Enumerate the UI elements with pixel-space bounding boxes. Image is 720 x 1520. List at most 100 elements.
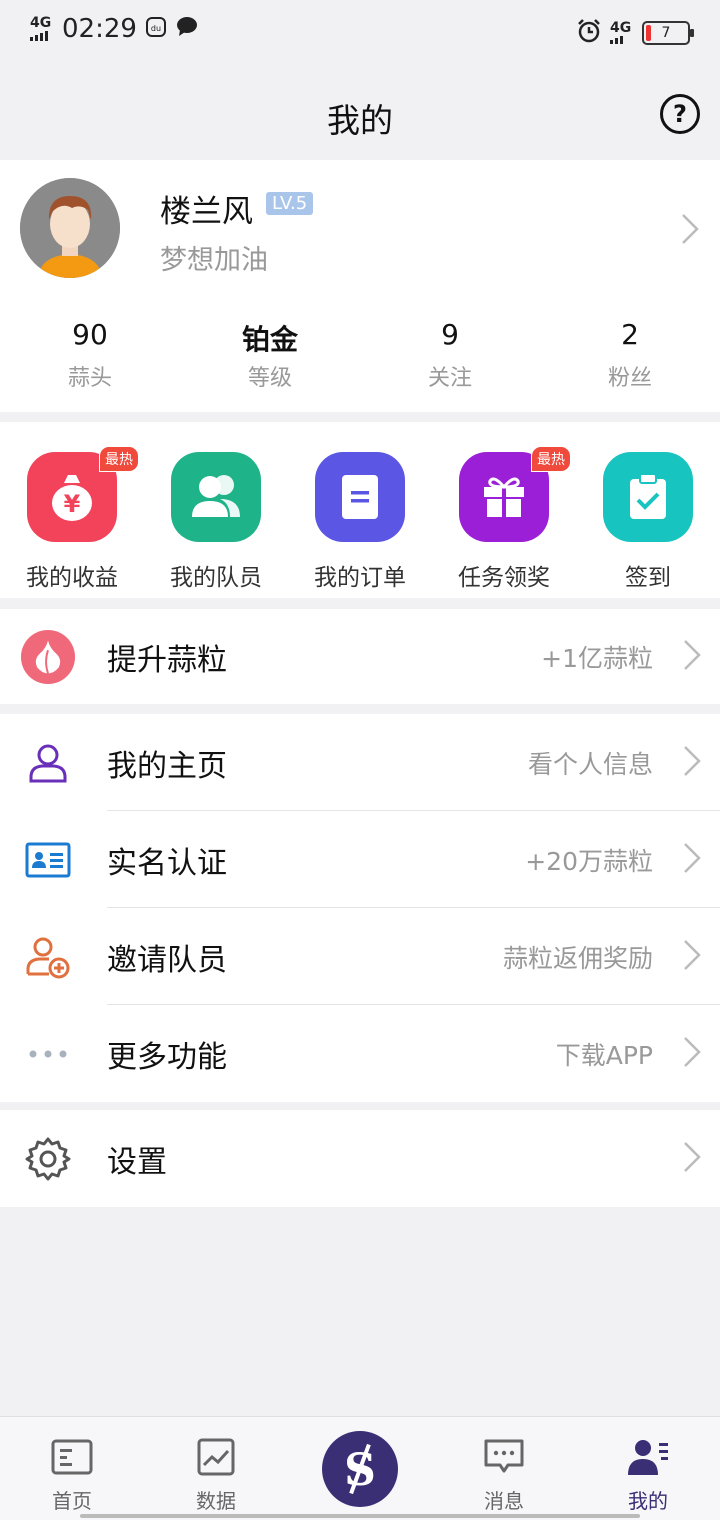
order-list-icon: [315, 452, 405, 542]
checkin-clipboard-icon: [603, 452, 693, 542]
battery-icon: 7: [642, 21, 694, 45]
nav-home[interactable]: 首页: [0, 1417, 144, 1520]
stat-item[interactable]: 9 关注: [360, 318, 540, 392]
user-motto: 梦想加油: [160, 245, 268, 276]
stat-item[interactable]: 90 蒜头: [0, 318, 180, 392]
avatar[interactable]: [20, 178, 120, 278]
nav-messages[interactable]: 消息: [432, 1417, 576, 1520]
svg-text:¥: ¥: [64, 490, 81, 518]
network-type-left: 4G: [30, 15, 52, 31]
home-news-icon: [50, 1437, 94, 1477]
page-title: 我的: [327, 101, 393, 140]
invite-user-icon: [20, 929, 76, 985]
dollar-logo-icon: S: [322, 1431, 398, 1507]
row-value: 蒜粒返佣奖励: [502, 943, 653, 973]
svg-text:du: du: [151, 24, 161, 33]
stat-value: 90: [72, 318, 108, 351]
alarm-icon: [576, 18, 602, 48]
quick-action-label: 任务领奖: [458, 565, 550, 591]
chevron-right-icon: [682, 744, 702, 782]
row-label: 邀请队员: [107, 942, 227, 978]
row-label: 实名认证: [107, 845, 227, 881]
profile-card[interactable]: 楼兰风 LV.5 梦想加油 90 蒜头 铂金 等级 9 关注 2 粉丝: [0, 160, 720, 412]
quick-actions: ¥ 最热 我的收益 我的队员 我的订单 最热 任务领奖 签到: [0, 422, 720, 598]
nav-profile[interactable]: 我的: [576, 1417, 720, 1520]
chevron-right-icon: [682, 1140, 702, 1178]
stat-value: 9: [441, 318, 459, 351]
chevron-right-icon: [682, 938, 702, 976]
stat-value: 2: [621, 318, 639, 351]
row-label: 提升蒜粒: [107, 642, 227, 678]
nav-label: 数据: [196, 1489, 236, 1513]
menu-group: 我的主页 看个人信息 实名认证 +20万蒜粒 邀请队员 蒜粒返佣奖励 更多功能 …: [0, 714, 720, 1102]
row-value: +1亿蒜粒: [541, 643, 653, 673]
row-label: 设置: [107, 1144, 167, 1180]
row-label: 更多功能: [107, 1039, 227, 1075]
user-name: 楼兰风: [160, 194, 253, 230]
clock: 02:29: [62, 14, 137, 44]
battery-level: 7: [661, 25, 671, 41]
status-bar: 4G 02:29 du 4G 7: [0, 0, 720, 66]
boost-points-row[interactable]: 提升蒜粒 +1亿蒜粒: [0, 609, 720, 704]
level-badge: LV.5: [266, 192, 314, 215]
stat-item[interactable]: 铂金 等级: [180, 318, 360, 392]
chart-icon: [194, 1437, 238, 1477]
hot-badge: 最热: [531, 446, 571, 472]
stat-value: 铂金: [241, 323, 298, 356]
quick-action-tasks[interactable]: 最热 任务领奖: [432, 422, 576, 598]
menu-item-homepage[interactable]: 我的主页 看个人信息: [0, 714, 720, 811]
nav-label: 我的: [628, 1489, 668, 1513]
quick-action-label: 我的订单: [314, 565, 406, 591]
help-button[interactable]: ?: [660, 94, 700, 134]
bottom-nav: 首页 数据 S 消息 我的: [0, 1416, 720, 1520]
chat-notification-icon: [175, 16, 199, 42]
row-value: +20万蒜粒: [525, 846, 653, 876]
stat-label: 粉丝: [607, 366, 652, 391]
signal-icon-right: 4G: [610, 20, 634, 44]
id-card-icon: [20, 832, 76, 888]
garlic-icon: [20, 629, 76, 685]
menu-item-invite[interactable]: 邀请队员 蒜粒返佣奖励: [0, 908, 720, 1005]
chevron-right-icon: [680, 212, 700, 250]
stat-label: 蒜头: [67, 366, 112, 391]
hot-badge: 最热: [99, 446, 139, 472]
user-profile-icon: [20, 735, 76, 791]
row-value: 看个人信息: [527, 749, 653, 779]
menu-item-more[interactable]: 更多功能 下载APP: [0, 1005, 720, 1102]
nav-label: 消息: [484, 1489, 524, 1513]
network-type-right: 4G: [610, 20, 632, 36]
stat-item[interactable]: 2 粉丝: [540, 318, 720, 392]
gear-icon: [20, 1131, 76, 1187]
quick-action-orders[interactable]: 我的订单: [288, 422, 432, 598]
stat-label: 关注: [427, 366, 472, 391]
row-value: 下载APP: [555, 1040, 653, 1070]
menu-item-settings[interactable]: 设置: [0, 1110, 720, 1207]
page-header: 我的 ?: [0, 66, 720, 160]
quick-action-earnings[interactable]: ¥ 最热 我的收益: [0, 422, 144, 598]
quick-action-label: 我的收益: [26, 565, 118, 591]
quick-action-checkin[interactable]: 签到: [576, 422, 720, 598]
quick-action-team[interactable]: 我的队员: [144, 422, 288, 598]
profile-stats: 90 蒜头 铂金 等级 9 关注 2 粉丝: [0, 318, 720, 392]
more-dots-icon: [20, 1026, 76, 1082]
promo-group: 提升蒜粒 +1亿蒜粒: [0, 609, 720, 704]
help-icon: ?: [673, 100, 687, 128]
profile-icon: [626, 1437, 670, 1477]
app-notification-icon: du: [145, 16, 167, 42]
row-label: 我的主页: [107, 748, 227, 784]
chevron-right-icon: [682, 841, 702, 879]
settings-group: 设置: [0, 1110, 720, 1207]
home-indicator: [80, 1514, 640, 1518]
menu-item-verification[interactable]: 实名认证 +20万蒜粒: [0, 811, 720, 908]
team-members-icon: [171, 452, 261, 542]
quick-action-label: 我的队员: [170, 565, 262, 591]
nav-label: 首页: [52, 1489, 92, 1513]
chevron-right-icon: [682, 638, 702, 676]
quick-action-label: 签到: [625, 565, 671, 591]
signal-icon: 4G: [30, 15, 54, 41]
nav-center-logo[interactable]: S: [288, 1417, 432, 1520]
stat-label: 等级: [247, 366, 292, 391]
chevron-right-icon: [682, 1035, 702, 1073]
message-icon: [482, 1437, 526, 1477]
nav-data[interactable]: 数据: [144, 1417, 288, 1520]
